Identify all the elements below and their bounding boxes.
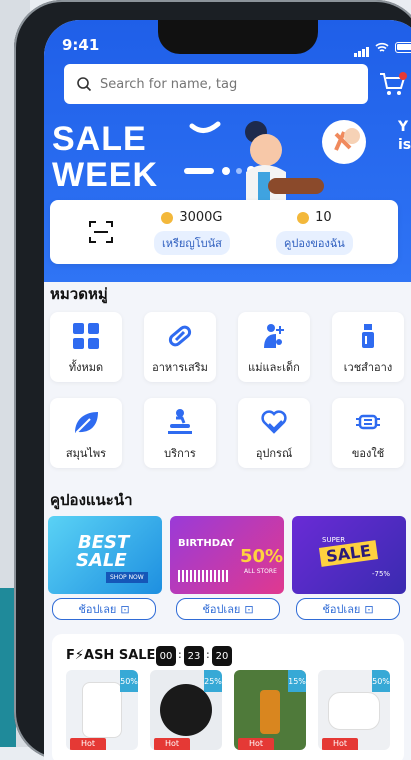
battery-icon: [395, 42, 411, 53]
coupon-card-birthday[interactable]: BIRTHDAY 50% ALL STORE: [170, 516, 284, 594]
cart-small-icon: ⊡: [364, 602, 374, 616]
heart-hand-icon: [261, 410, 287, 434]
category-label: ทั้งหมด: [68, 361, 104, 374]
scan-icon[interactable]: [88, 220, 114, 244]
cart-small-icon: ⊡: [244, 602, 254, 616]
wallet-card: 3000G เหรียญโบนัส 10 คูปองของฉัน: [50, 200, 398, 264]
coupon-coin-icon: [297, 211, 310, 224]
category-label: บริการ: [164, 447, 196, 460]
category-mother-baby[interactable]: แม่และเด็ก: [238, 312, 310, 382]
mother-child-icon: [264, 324, 284, 348]
timer-hours: 00: [156, 646, 176, 666]
product-image: [82, 682, 122, 738]
face-mask-icon: [356, 414, 380, 430]
discount-badge: 50%: [372, 670, 390, 692]
shop-now-label: ช้อปเลย: [78, 603, 117, 616]
hot-badge: Hot: [70, 738, 106, 750]
coin-icon: [161, 211, 174, 224]
phone-frame: 9:41 SALE WEEK: [14, 0, 411, 760]
my-coupons[interactable]: 10 คูปองของฉัน: [276, 210, 353, 255]
status-icons: [353, 38, 411, 57]
my-coupons-value: 10: [276, 210, 353, 225]
coupon-card-super-sale[interactable]: SUPER SALE -75%: [292, 516, 406, 594]
discount-badge: 15%: [288, 670, 306, 692]
coupon-text: SUPER: [322, 536, 346, 544]
wifi-icon: [375, 42, 389, 52]
category-services[interactable]: บริการ: [144, 398, 216, 468]
my-coupons-label: คูปองของฉัน: [276, 231, 353, 255]
leaf-icon: [75, 412, 98, 434]
timer-separator: :: [178, 648, 182, 661]
coupon-text: -75%: [372, 570, 391, 578]
shop-now-button[interactable]: ช้อปเลย ⊡: [296, 598, 400, 620]
shop-now-button[interactable]: ช้อปเลย ⊡: [176, 598, 280, 620]
status-time: 9:41: [62, 36, 100, 54]
category-herbs[interactable]: สมุนไพร: [50, 398, 122, 468]
flash-product-robot-vacuum[interactable]: 25% Hot: [150, 670, 222, 750]
category-supplements[interactable]: อาหารเสริม: [144, 312, 216, 382]
flash-sale-title: F⚡ASH SALE: [66, 648, 156, 663]
bonus-coins-label: เหรียญโบนัส: [154, 231, 230, 255]
categories-title: หมวดหมู่: [50, 285, 108, 303]
category-all[interactable]: ทั้งหมด: [50, 312, 122, 382]
timer-separator: :: [206, 648, 210, 661]
category-equipment[interactable]: อุปกรณ์: [238, 398, 310, 468]
app-screen: 9:41 SALE WEEK: [44, 20, 411, 760]
category-supplies[interactable]: ของใช้: [332, 398, 404, 468]
category-label: ของใช้: [351, 447, 385, 460]
coupon-text: 50%: [240, 546, 284, 567]
coupon-text: SALE: [318, 540, 379, 567]
hot-badge: Hot: [322, 738, 358, 750]
shop-now-button[interactable]: ช้อปเลย ⊡: [52, 598, 156, 620]
hot-badge: Hot: [154, 738, 190, 750]
bonus-coins[interactable]: 3000G เหรียญโบนัส: [154, 210, 230, 255]
bonus-coins-value: 3000G: [154, 210, 230, 225]
banner-side-text-value: Y is c: [398, 119, 411, 153]
search-icon: [77, 77, 92, 92]
phone-notch: [158, 20, 318, 54]
shop-now-label: ช้อปเลย: [202, 603, 241, 616]
flash-product-air-purifier[interactable]: 50% Hot: [66, 670, 138, 750]
bonus-coins-amount: 3000G: [179, 210, 223, 225]
product-image: [260, 690, 280, 734]
flash-sale-section: F⚡ASH SALE 00 : 23 : 20 50% Hot 25% Hot …: [52, 634, 404, 760]
timer-seconds: 20: [212, 646, 232, 666]
banner-side-text: Y is c: [398, 118, 411, 154]
search-input[interactable]: [100, 76, 340, 92]
massage-service-icon: [168, 409, 192, 434]
grid-icon: [73, 323, 99, 349]
discount-badge: 25%: [204, 670, 222, 692]
hot-badge: Hot: [238, 738, 274, 750]
cart-icon[interactable]: [378, 70, 408, 98]
category-label: แม่และเด็ก: [248, 361, 300, 374]
discount-badge: 50%: [120, 670, 138, 692]
coupon-card-best-sale[interactable]: BEST SALE SHOP NOW: [48, 516, 162, 594]
search-bar[interactable]: [64, 64, 368, 104]
cart-small-icon: ⊡: [120, 602, 130, 616]
shop-now-label: ช้อปเลย: [322, 603, 361, 616]
product-image: [328, 692, 380, 730]
coupon-text: SHOP NOW: [106, 572, 148, 583]
flash-product-supplement-bottle[interactable]: 15% Hot: [234, 670, 306, 750]
timer-minutes: 23: [184, 646, 204, 666]
coupons-title: คูปองแนะนำ: [50, 491, 133, 509]
signal-icon: [353, 38, 369, 57]
my-coupons-count: 10: [315, 210, 332, 225]
barcode: [178, 570, 228, 582]
coupon-text: BIRTHDAY: [178, 538, 235, 549]
category-label: อาหารเสริม: [152, 361, 208, 374]
category-label: สมุนไพร: [65, 447, 107, 460]
pill-icon: [168, 325, 192, 347]
cosmetic-bottle-icon: [362, 324, 374, 348]
category-label: เวชสำอาง: [343, 361, 393, 374]
category-label: อุปกรณ์: [255, 447, 293, 460]
coupon-text: ALL STORE: [244, 568, 277, 575]
category-cosmeceutical[interactable]: เวชสำอาง: [332, 312, 404, 382]
coupon-text: SALE: [76, 550, 127, 571]
flash-product-face-mask[interactable]: 50% Hot: [318, 670, 390, 750]
